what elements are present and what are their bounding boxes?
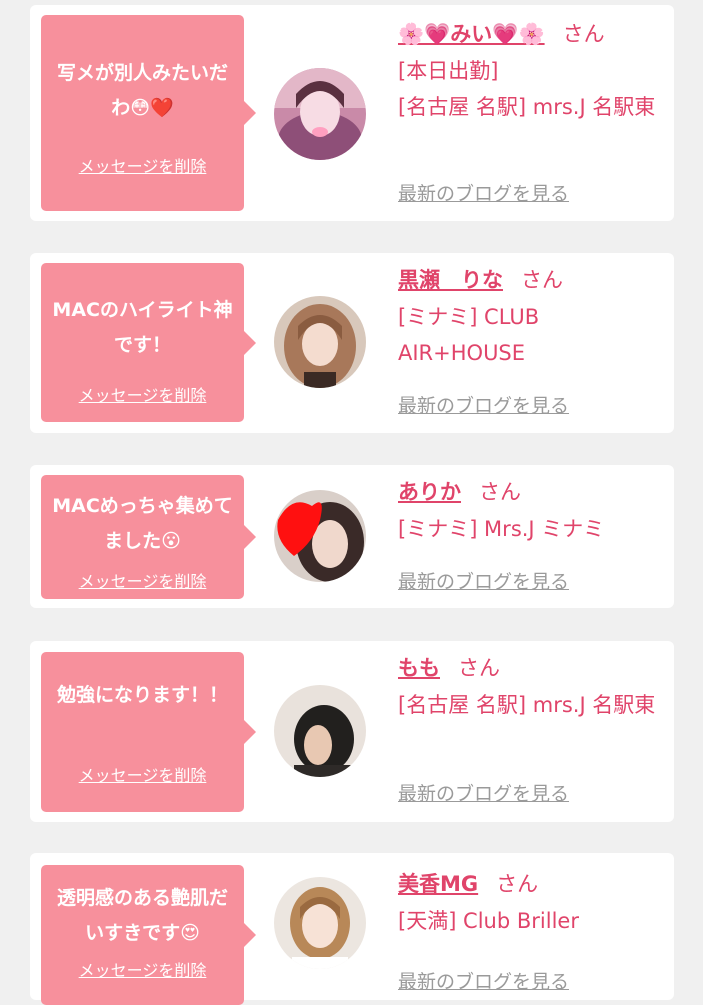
cast-info: 🌸💗みい💗🌸 さん [本日出勤] [名古屋 名駅] mrs.J 名駅東 最新のブロ… [398,17,668,205]
honorific: さん [458,656,500,680]
message-bubble: 写メが別人みたいだわ😳❤️ メッセージを削除 [41,15,256,211]
message-card: 写メが別人みたいだわ😳❤️ メッセージを削除 🌸💗みい💗🌸 さん [本日出勤] [… [30,5,674,221]
latest-blog-link[interactable]: 最新のブログを見る [398,179,569,206]
message-list: 写メが別人みたいだわ😳❤️ メッセージを削除 🌸💗みい💗🌸 さん [本日出勤] [… [0,0,703,1005]
delete-message-link[interactable]: メッセージを削除 [41,762,244,786]
honorific: さん [496,872,539,896]
shop-name: [ミナミ] Mrs.J ミナミ [398,517,605,541]
shop-name: [名古屋 名駅] mrs.J 名駅東 [398,693,656,717]
honorific: さん [521,268,563,292]
shop-name: [ミナミ] CLUB AIR+HOUSE [398,305,540,365]
latest-blog-link[interactable]: 最新のブログを見る [398,391,569,418]
shop-name: [名古屋 名駅] mrs.J 名駅東 [398,95,656,119]
honorific: さん [479,480,521,504]
avatar[interactable] [274,296,366,388]
cast-info: 美香MG さん [天満] Club Briller 最新のブログを見る [398,867,668,993]
message-card: MACのハイライト神です！ メッセージを削除 黒瀬 りな さん [ミナミ] CLU… [30,253,674,433]
cast-name-link[interactable]: もも [398,656,440,680]
delete-message-link[interactable]: メッセージを削除 [41,568,244,592]
avatar[interactable] [274,68,366,160]
delete-message-link[interactable]: メッセージを削除 [41,382,244,406]
cast-info: ありか さん [ミナミ] Mrs.J ミナミ 最新のブログを見る [398,475,668,593]
message-card: MACめっちゃ集めてました😮 メッセージを削除 ありか さん [ミナミ] Mrs.… [30,465,674,608]
message-text: 透明感のある艶肌だいすきです😍 [56,887,228,944]
message-text: 写メが別人みたいだわ😳❤️ [56,62,228,119]
message-bubble: 透明感のある艶肌だいすきです😍 メッセージを削除 [41,865,256,1005]
cast-info: もも さん [名古屋 名駅] mrs.J 名駅東 最新のブログを見る [398,651,668,805]
message-bubble: MACのハイライト神です！ メッセージを削除 [41,263,256,422]
message-bubble: MACめっちゃ集めてました😮 メッセージを削除 [41,475,256,599]
honorific: さん [562,22,605,46]
message-bubble: 勉強になります！！ メッセージを削除 [41,652,256,812]
delete-message-link[interactable]: メッセージを削除 [41,153,244,177]
avatar[interactable] [274,490,366,582]
cast-name-link[interactable]: 美香MG [398,872,478,896]
cast-info: 黒瀬 りな さん [ミナミ] CLUB AIR+HOUSE 最新のブログを見る [398,263,668,417]
latest-blog-link[interactable]: 最新のブログを見る [398,567,569,594]
message-card: 勉強になります！！ メッセージを削除 もも さん [名古屋 名駅] mrs.J 名… [30,641,674,822]
message-text: MACめっちゃ集めてました😮 [52,495,233,552]
latest-blog-link[interactable]: 最新のブログを見る [398,779,569,806]
cast-name-link[interactable]: ありか [398,480,461,504]
shop-name: [天満] Club Briller [398,909,579,933]
message-card: 透明感のある艶肌だいすきです😍 メッセージを削除 美香MG さん [天満] Clu… [30,853,674,1005]
cast-name-link[interactable]: 🌸💗みい💗🌸 [398,22,545,46]
latest-blog-link[interactable]: 最新のブログを見る [398,967,569,994]
cast-name-link[interactable]: 黒瀬 りな [398,268,503,292]
avatar[interactable] [274,685,366,777]
message-text: MACのハイライト神です！ [52,299,233,356]
message-text: 勉強になります！！ [56,684,228,706]
delete-message-link[interactable]: メッセージを削除 [41,957,244,981]
attendance-status: [本日出勤] [398,59,499,83]
avatar[interactable] [274,877,366,969]
